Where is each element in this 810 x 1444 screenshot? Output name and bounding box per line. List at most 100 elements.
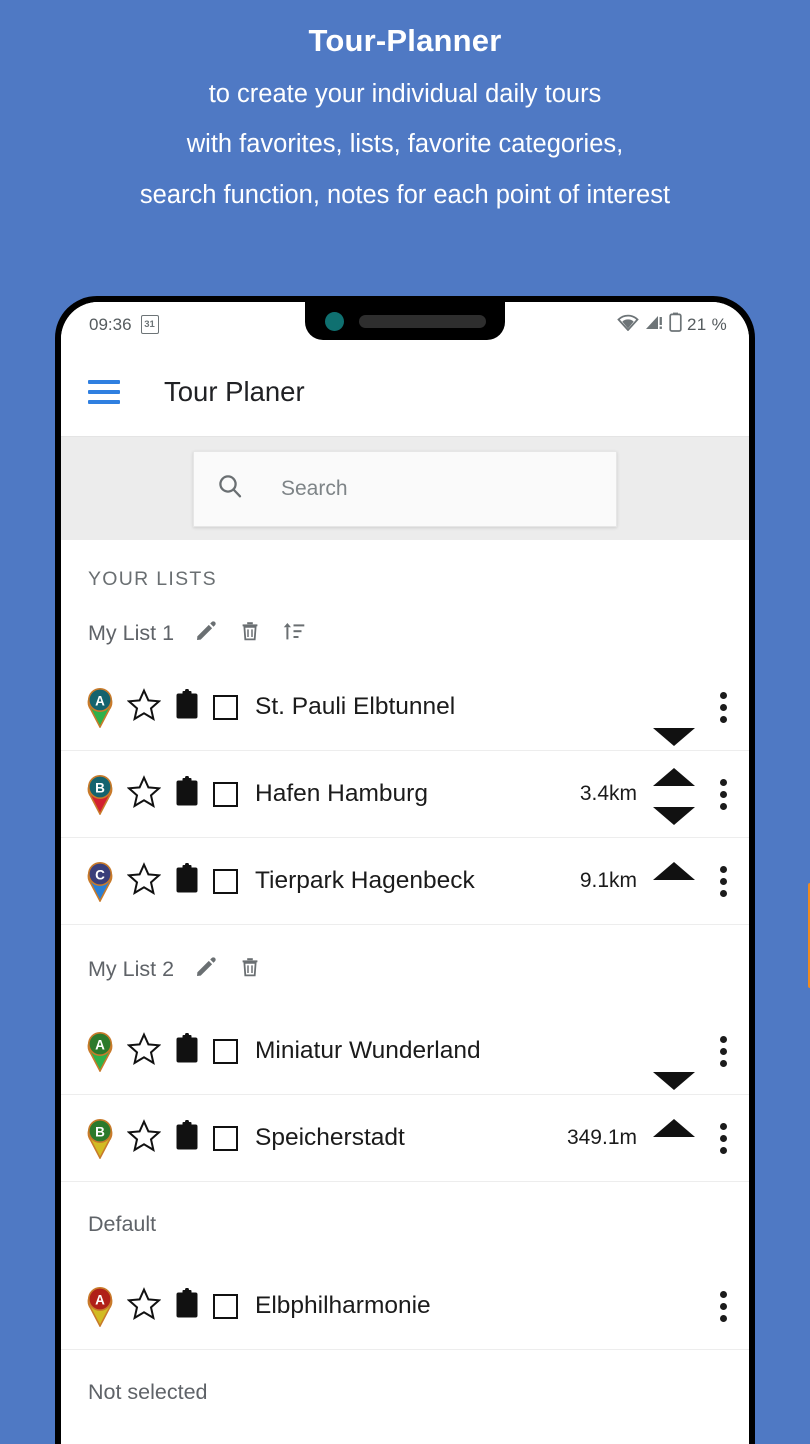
- poi-name: Speicherstadt: [255, 1124, 405, 1151]
- move-down-icon[interactable]: [653, 807, 695, 825]
- poi-name: Hafen Hamburg: [255, 780, 428, 807]
- section-default-label: Default: [88, 1212, 157, 1236]
- calendar-icon: 31: [140, 315, 159, 334]
- clipboard-icon[interactable]: [174, 775, 200, 812]
- reorder-arrows: [651, 664, 697, 750]
- search-icon: [217, 473, 243, 504]
- star-outline-icon[interactable]: [126, 861, 162, 901]
- list-name[interactable]: My List 1: [88, 621, 174, 646]
- reorder-arrows: [651, 1263, 697, 1349]
- table-row[interactable]: B Hafen Hamburg 3.4km: [61, 751, 749, 838]
- status-clock: 09:36: [89, 314, 132, 334]
- phone-notch: [305, 302, 505, 340]
- table-row[interactable]: B Speicherstadt 349.1m: [61, 1095, 749, 1182]
- map-pin-icon: B: [85, 1117, 115, 1159]
- table-row[interactable]: A Elbphilharmonie: [61, 1263, 749, 1350]
- svg-text:A: A: [95, 1293, 105, 1308]
- status-bar-right: 21 %: [617, 312, 727, 337]
- move-up-icon[interactable]: [653, 862, 695, 880]
- clipboard-icon[interactable]: [174, 1032, 200, 1069]
- wifi-icon: [617, 314, 639, 336]
- promo-line-1: to create your individual daily tours: [208, 79, 602, 108]
- hamburger-menu-icon[interactable]: [88, 379, 120, 404]
- star-outline-icon[interactable]: [126, 687, 162, 727]
- clipboard-icon[interactable]: [174, 1119, 200, 1156]
- map-pin-icon: A: [85, 686, 115, 728]
- map-pin-icon: C: [85, 860, 115, 902]
- reorder-arrows: [651, 1095, 697, 1181]
- star-outline-icon[interactable]: [126, 1118, 162, 1158]
- overflow-menu-icon[interactable]: [697, 865, 749, 897]
- table-row[interactable]: C Tierpark Hagenbeck 9.1km: [61, 838, 749, 925]
- table-row[interactable]: A Miniatur Wunderland: [61, 1008, 749, 1095]
- move-up-icon[interactable]: [653, 1119, 695, 1137]
- poi-name: Elbphilharmonie: [255, 1292, 431, 1319]
- list-header-my-list-1: My List 1: [61, 603, 749, 664]
- edit-icon[interactable]: [194, 955, 218, 984]
- phone-frame: 09:36 31 21 % Tour Planer Search YOUR LI…: [55, 296, 810, 1444]
- star-outline-icon[interactable]: [126, 774, 162, 814]
- earpiece-speaker: [359, 314, 486, 328]
- promo-header: Tour-Planner to create your individual d…: [0, 0, 810, 230]
- svg-text:B: B: [95, 1125, 105, 1140]
- map-pin-icon: B: [85, 773, 115, 815]
- star-outline-icon[interactable]: [126, 1031, 162, 1071]
- poi-distance: 9.1km: [579, 869, 637, 892]
- list-header-my-list-2: My List 2: [61, 925, 749, 1008]
- battery-icon: [669, 312, 682, 337]
- edit-icon[interactable]: [194, 619, 218, 648]
- svg-text:C: C: [95, 868, 105, 883]
- reorder-arrows: [651, 751, 697, 837]
- front-camera-icon: [325, 311, 344, 331]
- section-your-lists-label: YOUR LISTS: [88, 568, 217, 590]
- overflow-menu-icon[interactable]: [697, 1122, 749, 1154]
- search-band: Search: [61, 437, 749, 540]
- select-checkbox[interactable]: [213, 1293, 238, 1319]
- clipboard-icon[interactable]: [174, 688, 200, 725]
- search-box[interactable]: Search: [193, 450, 617, 527]
- poi-name: Miniatur Wunderland: [255, 1037, 481, 1064]
- overflow-menu-icon[interactable]: [697, 691, 749, 723]
- select-checkbox[interactable]: [213, 694, 238, 720]
- table-row[interactable]: A St. Pauli Elbtunnel: [61, 664, 749, 751]
- page-title: Tour Planer: [164, 375, 305, 407]
- clipboard-icon[interactable]: [174, 862, 200, 899]
- list-name[interactable]: My List 2: [88, 957, 174, 982]
- promo-title: Tour-Planner: [308, 23, 502, 58]
- svg-text:A: A: [95, 694, 105, 709]
- poi-distance: 3.4km: [579, 782, 637, 805]
- select-checkbox[interactable]: [213, 868, 238, 894]
- overflow-menu-icon[interactable]: [697, 778, 749, 810]
- status-bar-left: 09:36 31: [89, 315, 159, 335]
- signal-warning-icon: [644, 314, 664, 336]
- overflow-menu-icon[interactable]: [697, 1035, 749, 1067]
- promo-line-3: search function, notes for each point of…: [139, 181, 671, 209]
- reorder-arrows: [651, 838, 697, 924]
- promo-line-2: with favorites, lists, favorite categori…: [186, 130, 624, 159]
- section-not-selected-label: Not selected: [88, 1380, 208, 1404]
- poi-name: St. Pauli Elbtunnel: [255, 693, 456, 720]
- star-outline-icon[interactable]: [126, 1286, 162, 1326]
- map-pin-icon: A: [85, 1030, 115, 1072]
- move-down-icon[interactable]: [653, 728, 695, 746]
- poi-distance: 349.1m: [566, 1126, 637, 1149]
- move-up-icon[interactable]: [653, 768, 695, 786]
- svg-text:A: A: [95, 1038, 105, 1053]
- lists-content: YOUR LISTS My List 1 A St. Pauli Elbtunn…: [61, 540, 749, 1431]
- overflow-menu-icon[interactable]: [697, 1290, 749, 1322]
- select-checkbox[interactable]: [213, 781, 238, 807]
- reorder-arrows: [651, 1008, 697, 1094]
- select-checkbox[interactable]: [213, 1038, 238, 1064]
- battery-percent: 21 %: [687, 314, 727, 334]
- phone-screen: 09:36 31 21 % Tour Planer Search YOUR LI…: [61, 302, 749, 1444]
- sort-icon[interactable]: [282, 619, 306, 648]
- search-input[interactable]: Search: [281, 477, 348, 501]
- map-pin-icon: A: [85, 1285, 115, 1327]
- svg-text:B: B: [95, 781, 105, 796]
- delete-icon[interactable]: [238, 619, 262, 648]
- poi-name: Tierpark Hagenbeck: [255, 867, 475, 894]
- select-checkbox[interactable]: [213, 1125, 238, 1151]
- delete-icon[interactable]: [238, 955, 262, 984]
- move-down-icon[interactable]: [653, 1072, 695, 1090]
- clipboard-icon[interactable]: [174, 1287, 200, 1324]
